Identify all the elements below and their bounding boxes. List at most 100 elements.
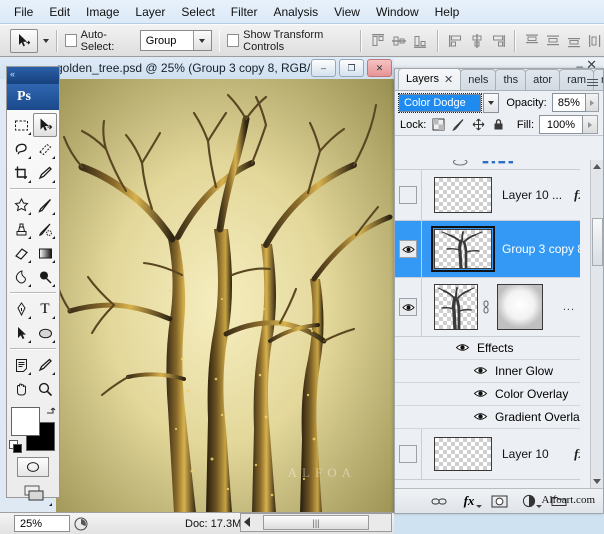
horizontal-type-tool[interactable]: T (33, 297, 57, 321)
add-layer-mask-icon[interactable] (491, 494, 508, 509)
layer-effects-header-row[interactable]: Effects (395, 337, 603, 360)
scroll-down-arrow-icon[interactable] (593, 479, 601, 484)
tab-channels[interactable]: nels (460, 69, 496, 90)
minimize-button[interactable]: – (311, 59, 336, 77)
close-button[interactable]: ✕ (367, 59, 392, 77)
eye-icon-on[interactable] (455, 342, 470, 355)
lock-transparent-pixels-icon[interactable] (432, 118, 445, 131)
tab-navigator[interactable]: ator (525, 69, 560, 90)
scroll-up-arrow-icon[interactable] (593, 164, 601, 169)
align-right-edges-icon[interactable] (489, 32, 507, 50)
gradient-tool[interactable] (33, 241, 57, 265)
link-layers-icon[interactable] (431, 494, 448, 509)
add-layer-style-icon[interactable]: fx (461, 494, 478, 509)
menu-item-file[interactable]: File (6, 2, 41, 22)
panel-menu-icon[interactable] (584, 75, 600, 89)
layer-row[interactable]: Layer 10 ... fx (395, 170, 603, 221)
eye-icon-on[interactable] (473, 411, 488, 424)
eye-icon-on[interactable] (399, 240, 417, 258)
distribute-vertical-centers-icon[interactable] (544, 32, 562, 50)
brush-tool[interactable] (33, 193, 57, 217)
pen-tool[interactable] (9, 297, 33, 321)
opacity-slider-button[interactable] (586, 93, 599, 112)
tab-layers[interactable]: Layers ✕ (398, 69, 461, 90)
horizontal-scroll-thumb[interactable]: ||| (263, 515, 369, 530)
layer-thumbnail[interactable] (434, 437, 492, 471)
eyedropper-tool[interactable] (33, 161, 57, 185)
eraser-tool[interactable] (9, 241, 33, 265)
layer-mask-thumbnail[interactable] (497, 284, 543, 330)
horizontal-scrollbar[interactable]: ||| (240, 513, 392, 532)
eye-icon-off[interactable] (399, 186, 417, 204)
layer-effect-row[interactable]: Inner Glow (395, 360, 603, 383)
swap-colors-icon[interactable] (45, 405, 57, 417)
zoom-level-field[interactable]: 25% (14, 515, 70, 532)
layers-vertical-scrollbar[interactable] (590, 160, 603, 488)
menu-item-window[interactable]: Window (368, 2, 427, 22)
menu-item-select[interactable]: Select (173, 2, 222, 22)
layer-row[interactable]: Layer 10 fx (395, 429, 603, 480)
show-transform-checkbox[interactable] (227, 34, 239, 47)
fill-slider-button[interactable] (583, 115, 598, 134)
hand-tool[interactable] (9, 377, 33, 401)
layer-row[interactable]: Group 3 copy 8 (395, 221, 603, 278)
double-chevron-left-icon[interactable]: « (10, 69, 15, 79)
current-tool-preset[interactable] (10, 29, 49, 53)
clone-stamp-tool[interactable] (9, 217, 33, 241)
quick-mask-mode-icon[interactable] (17, 457, 49, 477)
opacity-value[interactable]: 85% (552, 93, 586, 112)
fill-value[interactable]: 100% (539, 115, 583, 134)
align-top-edges-icon[interactable] (369, 32, 387, 50)
lock-image-pixels-icon[interactable] (452, 118, 465, 131)
distribute-top-edges-icon[interactable] (523, 32, 541, 50)
blur-tool[interactable] (9, 265, 33, 289)
maximize-button[interactable]: ❐ (339, 59, 364, 77)
proof-setup-icon[interactable] (70, 517, 92, 531)
zoom-tool[interactable] (33, 377, 57, 401)
link-mask-icon[interactable] (481, 299, 491, 315)
new-adjustment-layer-icon[interactable] (521, 494, 538, 509)
menu-item-layer[interactable]: Layer (127, 2, 173, 22)
menu-item-edit[interactable]: Edit (41, 2, 78, 22)
distribute-left-edges-icon[interactable] (586, 32, 604, 50)
notes-tool[interactable] (9, 353, 33, 377)
blend-mode-chevron-down-icon[interactable] (483, 93, 499, 113)
lock-position-icon[interactable] (472, 118, 485, 131)
toolbox-header[interactable]: « (7, 67, 59, 84)
tab-paths[interactable]: ths (495, 69, 526, 90)
menu-item-filter[interactable]: Filter (223, 2, 266, 22)
eye-icon-on[interactable] (399, 298, 417, 316)
align-horizontal-centers-icon[interactable] (468, 32, 486, 50)
layers-scroll-thumb[interactable] (592, 218, 603, 266)
scroll-left-arrow-icon[interactable] (244, 517, 250, 527)
menu-item-analysis[interactable]: Analysis (265, 2, 326, 22)
crop-tool[interactable] (9, 161, 33, 185)
menu-item-view[interactable]: View (326, 2, 368, 22)
eye-icon-on[interactable] (473, 365, 488, 378)
layer-effect-row[interactable]: Color Overlay (395, 383, 603, 406)
layer-visibility-cell[interactable] (395, 221, 422, 277)
panel-minimize-button[interactable]: – (576, 59, 583, 73)
panel-close-button[interactable]: ✕ (586, 57, 597, 73)
menu-item-image[interactable]: Image (78, 2, 127, 22)
path-selection-tool[interactable] (9, 321, 33, 345)
auto-select-dropdown[interactable]: Group (140, 30, 212, 51)
layer-thumbnail[interactable] (434, 284, 478, 330)
tab-close-icon[interactable]: ✕ (444, 73, 453, 86)
foreground-color-swatch[interactable] (11, 407, 40, 436)
layer-row[interactable]: ... (395, 278, 603, 337)
color-sampler-tool[interactable] (33, 353, 57, 377)
align-vertical-centers-icon[interactable] (390, 32, 408, 50)
eye-icon-off[interactable] (399, 445, 417, 463)
quick-selection-tool[interactable] (33, 137, 57, 161)
layer-effect-row[interactable]: Gradient Overlay (395, 406, 603, 429)
rectangular-marquee-tool[interactable] (9, 113, 33, 137)
layer-thumbnail[interactable] (434, 177, 492, 213)
ellipse-tool[interactable] (33, 321, 57, 345)
layer-thumbnail[interactable] (434, 229, 492, 269)
tool-preset-chevron-down-icon[interactable] (43, 39, 49, 43)
history-brush-tool[interactable] (33, 217, 57, 241)
lasso-tool[interactable] (9, 137, 33, 161)
layer-visibility-cell[interactable] (395, 278, 422, 336)
auto-select-checkbox[interactable] (65, 34, 77, 47)
